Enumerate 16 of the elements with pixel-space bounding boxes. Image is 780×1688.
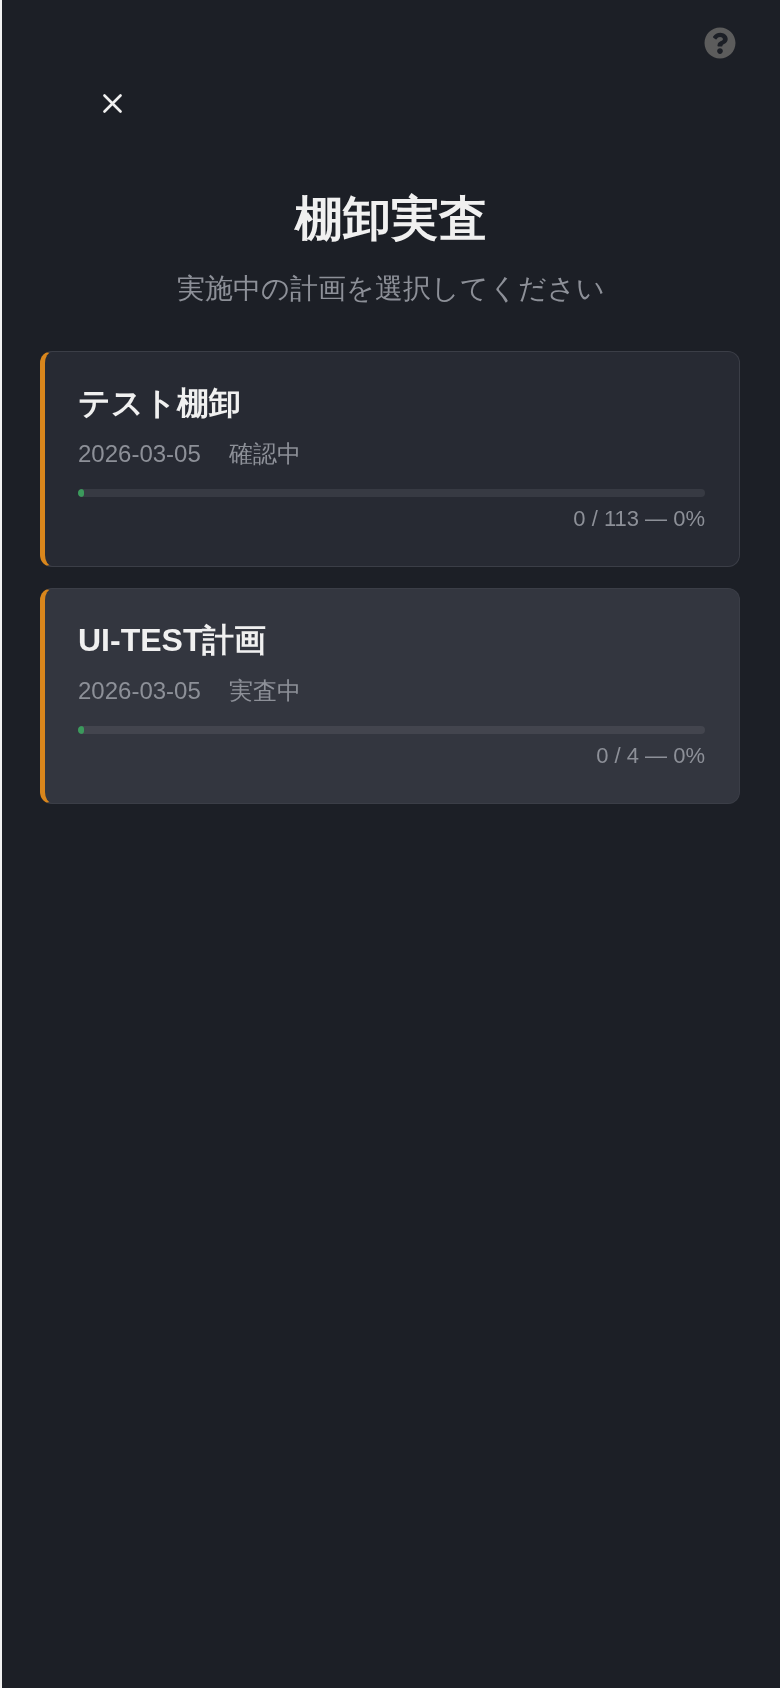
help-icon <box>704 27 736 59</box>
plan-name: UI-TEST計画 <box>78 621 267 660</box>
close-button[interactable] <box>103 94 122 113</box>
plan-status: 実査中 <box>228 676 301 706</box>
plan-status: 確認中 <box>228 439 301 469</box>
progress-count: 0 / 4 — 0% <box>596 742 705 770</box>
plan-card[interactable]: テスト棚卸 2026-03-05 確認中 0 / 113 — 0% <box>40 351 740 567</box>
plan-card[interactable]: UI-TEST計画 2026-03-05 実査中 0 / 4 — 0% <box>40 588 740 804</box>
page-title: 棚卸実査 <box>295 191 487 247</box>
plan-date: 2026-03-05 <box>78 676 201 706</box>
help-button[interactable] <box>704 27 736 59</box>
progress-count: 0 / 113 — 0% <box>573 505 705 533</box>
close-icon <box>103 94 122 113</box>
plan-date: 2026-03-05 <box>78 439 201 469</box>
page-subtitle: 実施中の計画を選択してください <box>177 272 605 306</box>
plan-name: テスト棚卸 <box>78 384 241 423</box>
